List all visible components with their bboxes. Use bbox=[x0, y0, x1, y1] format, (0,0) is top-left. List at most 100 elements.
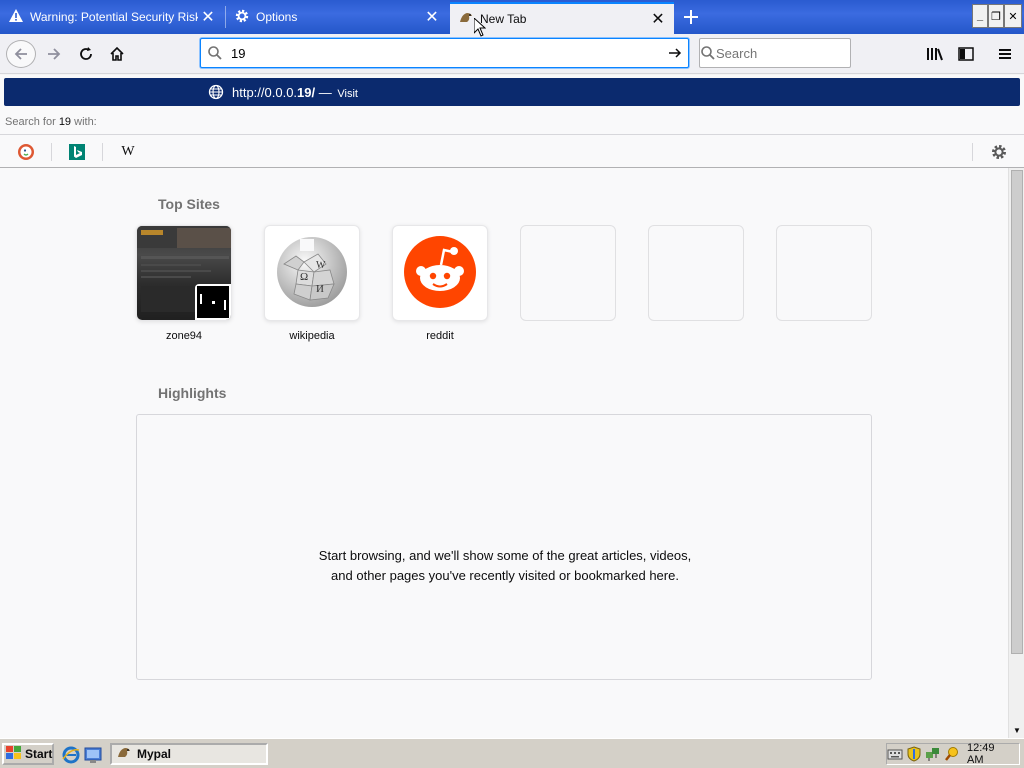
window-close-button[interactable]: ✕ bbox=[1004, 4, 1022, 28]
site-label: wikipedia bbox=[289, 330, 335, 342]
wikipedia-globe-icon: Ω W И bbox=[274, 234, 350, 313]
home-button[interactable] bbox=[103, 40, 131, 68]
close-icon[interactable]: ✕ bbox=[648, 9, 668, 29]
security-shield-icon[interactable] bbox=[906, 746, 922, 762]
new-tab-content: Top Sites zone94 Ω W И wikipedia reddit … bbox=[0, 168, 1008, 738]
reddit-icon bbox=[404, 235, 476, 311]
highlights-message: Start browsing, and we'll show some of t… bbox=[318, 548, 692, 583]
hamburger-menu-icon bbox=[999, 49, 1011, 59]
wikipedia-glyph: W bbox=[121, 144, 135, 159]
go-arrow-icon[interactable] bbox=[662, 45, 688, 61]
url-bar[interactable] bbox=[200, 38, 689, 68]
keyboard-icon[interactable] bbox=[887, 746, 903, 762]
tab-title: Warning: Potential Security Risk Ahead bbox=[30, 10, 198, 24]
sidebar-button[interactable] bbox=[952, 40, 980, 68]
reload-icon bbox=[80, 47, 92, 60]
search-for-suffix: with: bbox=[71, 116, 97, 128]
site-tile[interactable]: Ω W И bbox=[264, 225, 360, 321]
scroll-down-arrow-icon[interactable]: ▼ bbox=[1009, 722, 1024, 738]
search-for-prefix: Search for bbox=[5, 116, 59, 128]
warning-icon bbox=[8, 8, 24, 27]
clock[interactable]: 12:49 AM bbox=[967, 742, 1013, 766]
windows-logo-icon bbox=[6, 745, 22, 763]
suggestion-action: Visit bbox=[337, 88, 358, 100]
divider bbox=[102, 143, 103, 161]
search-for-term: 19 bbox=[58, 116, 72, 128]
gear-icon bbox=[234, 8, 250, 27]
search-bar[interactable] bbox=[699, 38, 892, 68]
top-site-reddit[interactable]: reddit bbox=[392, 225, 488, 342]
vertical-scrollbar[interactable]: ▼ bbox=[1008, 168, 1024, 738]
divider bbox=[51, 143, 52, 161]
svg-text:И: И bbox=[316, 283, 324, 295]
divider bbox=[972, 143, 973, 161]
close-icon[interactable]: ✕ bbox=[422, 7, 442, 27]
suggestion-text: http://0.0.0.19/ — Visit bbox=[232, 85, 358, 100]
url-suggestion-row[interactable]: http://0.0.0.19/ — Visit bbox=[4, 78, 1020, 106]
url-autocomplete-popup: http://0.0.0.19/ — Visit Search for 19 w… bbox=[0, 75, 1024, 168]
start-label: Start bbox=[25, 747, 53, 761]
svg-text:W: W bbox=[316, 260, 326, 271]
suggestion-separator: — bbox=[318, 85, 332, 100]
sidebar-icon bbox=[958, 47, 974, 61]
highlights-empty-state: Start browsing, and we'll show some of t… bbox=[136, 414, 872, 680]
wikipedia-icon[interactable]: W bbox=[117, 141, 139, 163]
site-tile[interactable] bbox=[392, 225, 488, 321]
tab-security-warning[interactable]: Warning: Potential Security Risk Ahead ✕ bbox=[0, 2, 224, 32]
system-tray: 12:49 AM bbox=[886, 742, 1020, 766]
duckduckgo-icon[interactable] bbox=[15, 141, 37, 163]
site-label: zone94 bbox=[165, 330, 203, 342]
network-icon[interactable] bbox=[925, 746, 941, 762]
tab-title: New Tab bbox=[480, 12, 527, 26]
url-input[interactable] bbox=[229, 45, 662, 61]
menu-button[interactable] bbox=[991, 40, 1019, 68]
show-desktop-icon[interactable] bbox=[84, 746, 102, 764]
library-icon bbox=[927, 48, 943, 61]
search-for-label: Search for 19 with: bbox=[5, 116, 97, 128]
search-magnifier-icon[interactable] bbox=[944, 746, 960, 762]
globe-icon bbox=[208, 84, 224, 100]
empty-site-tile bbox=[520, 225, 616, 321]
suggestion-url: http://0.0.0. bbox=[232, 85, 298, 100]
top-site-wikipedia[interactable]: Ω W И wikipedia bbox=[264, 225, 360, 342]
bing-icon[interactable] bbox=[66, 141, 88, 163]
site-tile[interactable] bbox=[136, 225, 232, 321]
tab-options[interactable]: Options ✕ bbox=[226, 2, 448, 32]
back-button[interactable] bbox=[6, 40, 36, 68]
search-icon bbox=[700, 45, 716, 61]
mouse-cursor-icon bbox=[473, 16, 487, 38]
svg-text:Ω: Ω bbox=[300, 271, 308, 283]
search-settings-gear-icon[interactable] bbox=[988, 141, 1010, 163]
arrow-right-icon bbox=[48, 48, 61, 60]
start-button[interactable]: Start bbox=[2, 743, 54, 765]
home-icon bbox=[110, 46, 124, 61]
scrollbar-thumb[interactable] bbox=[1011, 170, 1023, 654]
suggestion-url-match: 19/ bbox=[297, 85, 316, 100]
zone94-favicon bbox=[195, 284, 231, 320]
close-icon[interactable]: ✕ bbox=[198, 7, 218, 27]
library-button[interactable] bbox=[921, 40, 949, 68]
tab-strip: Warning: Potential Security Risk Ahead ✕… bbox=[0, 0, 1024, 34]
new-tab-button[interactable] bbox=[678, 4, 704, 30]
search-engine-row: W bbox=[0, 134, 1024, 167]
mypal-icon bbox=[116, 745, 132, 764]
forward-button[interactable] bbox=[40, 40, 68, 68]
reload-button[interactable] bbox=[72, 40, 100, 68]
empty-site-tile bbox=[776, 225, 872, 321]
top-site-zone94[interactable]: zone94 bbox=[136, 225, 232, 342]
taskbar-item-mypal[interactable]: Mypal bbox=[110, 743, 268, 765]
tab-title: Options bbox=[256, 10, 298, 24]
navigation-toolbar bbox=[0, 34, 1024, 74]
empty-site-tile bbox=[648, 225, 744, 321]
internet-explorer-icon[interactable] bbox=[62, 746, 80, 764]
arrow-left-icon bbox=[14, 48, 27, 60]
highlights-heading: Highlights bbox=[158, 385, 227, 401]
mypal-icon bbox=[458, 10, 474, 29]
top-site-empty bbox=[648, 225, 744, 321]
top-sites-heading: Top Sites bbox=[158, 196, 220, 212]
taskbar: Start Mypal 12:49 AM bbox=[0, 738, 1024, 768]
search-icon bbox=[201, 45, 229, 61]
search-input[interactable] bbox=[716, 45, 892, 61]
restore-button[interactable]: ❐ bbox=[988, 4, 1004, 28]
minimize-button[interactable]: _ bbox=[972, 4, 988, 28]
